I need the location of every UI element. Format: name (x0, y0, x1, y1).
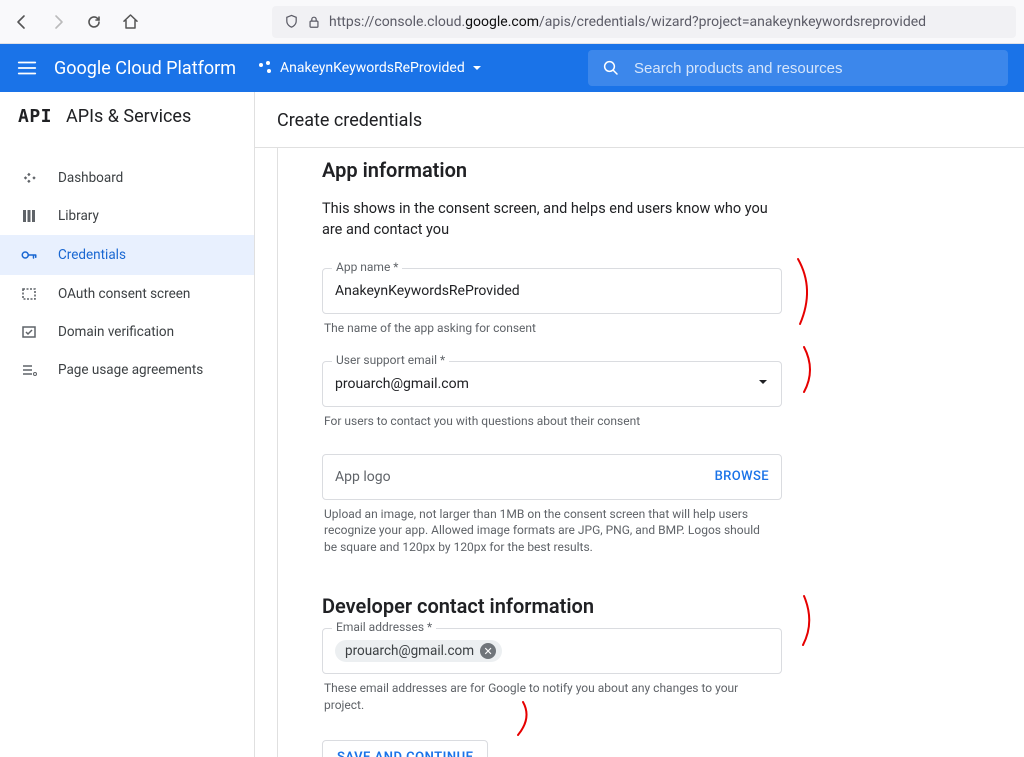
back-button[interactable] (8, 8, 36, 36)
sidebar-item-agreements[interactable]: Page usage agreements (0, 351, 254, 389)
browser-toolbar: https://console.cloud.google.com/apis/cr… (0, 0, 1024, 44)
email-chip-text: prouarch@gmail.com (345, 643, 474, 659)
key-icon (18, 246, 40, 264)
consent-icon (18, 286, 40, 302)
app-logo-field[interactable]: App logo BROWSE (322, 454, 782, 500)
remove-chip-icon[interactable]: ✕ (480, 643, 496, 659)
dev-email-help: These email addresses are for Google to … (324, 680, 774, 714)
support-email-label: User support email * (332, 353, 449, 367)
sidebar-item-domain[interactable]: Domain verification (0, 313, 254, 351)
app-name-label: App name * (332, 260, 402, 274)
developer-heading: Developer contact information (322, 594, 1024, 618)
sidebar-item-label: Credentials (58, 247, 126, 263)
app-info-heading: App information (322, 158, 1024, 182)
sidebar-item-oauth[interactable]: OAuth consent screen (0, 275, 254, 313)
chevron-down-icon (757, 376, 769, 392)
url-text: https://console.cloud.google.com/apis/cr… (329, 14, 926, 30)
agreements-icon (18, 362, 40, 378)
dev-email-label: Email addresses * (332, 620, 436, 634)
sidebar-item-label: Dashboard (58, 170, 123, 186)
app-logo-label: App logo (335, 469, 391, 485)
app-info-description: This shows in the consent screen, and he… (322, 198, 782, 240)
sidebar-item-credentials[interactable]: Credentials (0, 235, 254, 275)
email-chip: prouarch@gmail.com ✕ (335, 640, 502, 662)
shield-icon (284, 14, 299, 29)
lock-icon (307, 15, 321, 29)
api-logo: API (18, 106, 52, 127)
support-email-value: prouarch@gmail.com (335, 376, 469, 392)
app-name-field[interactable]: App name * AnakeynKeywordsReProvided (322, 268, 782, 314)
verify-icon (18, 324, 40, 340)
sidebar-item-label: OAuth consent screen (58, 286, 190, 302)
home-button[interactable] (116, 8, 144, 36)
main-content: Create credentials App information This … (255, 92, 1024, 757)
project-icon (258, 60, 274, 76)
page-title: Create credentials (255, 92, 1024, 148)
address-bar[interactable]: https://console.cloud.google.com/apis/cr… (272, 6, 1016, 38)
library-icon (18, 208, 40, 224)
sidebar: API APIs & Services Dashboard Library Cr… (0, 92, 255, 757)
save-and-continue-button[interactable]: SAVE AND CONTINUE (322, 740, 488, 757)
platform-title[interactable]: Google Cloud Platform (54, 58, 236, 79)
app-name-value: AnakeynKeywordsReProvided (335, 283, 520, 299)
chevron-down-icon (471, 62, 483, 74)
dev-email-field[interactable]: Email addresses * prouarch@gmail.com ✕ (322, 628, 782, 674)
sidebar-item-label: Domain verification (58, 324, 174, 340)
dashboard-icon (18, 170, 40, 186)
forward-button[interactable] (44, 8, 72, 36)
gcp-header: Google Cloud Platform AnakeynKeywordsReP… (0, 44, 1024, 92)
browse-button[interactable]: BROWSE (715, 469, 769, 484)
app-name-help: The name of the app asking for consent (324, 320, 774, 337)
sidebar-item-label: Library (58, 208, 99, 224)
project-picker[interactable]: AnakeynKeywordsReProvided (258, 60, 483, 76)
sidebar-item-label: Page usage agreements (58, 362, 203, 378)
app-logo-help: Upload an image, not larger than 1MB on … (324, 506, 774, 556)
project-name: AnakeynKeywordsReProvided (280, 60, 465, 76)
search-input[interactable] (634, 60, 994, 77)
menu-button[interactable] (16, 57, 38, 79)
support-email-help: For users to contact you with questions … (324, 413, 774, 430)
sidebar-item-dashboard[interactable]: Dashboard (0, 159, 254, 197)
search-bar[interactable] (588, 50, 1008, 86)
search-icon (602, 59, 620, 77)
sidebar-item-library[interactable]: Library (0, 197, 254, 235)
sidebar-title-text: APIs & Services (66, 106, 191, 127)
sidebar-title: API APIs & Services (0, 92, 254, 141)
support-email-field[interactable]: User support email * prouarch@gmail.com (322, 361, 782, 407)
reload-button[interactable] (80, 8, 108, 36)
